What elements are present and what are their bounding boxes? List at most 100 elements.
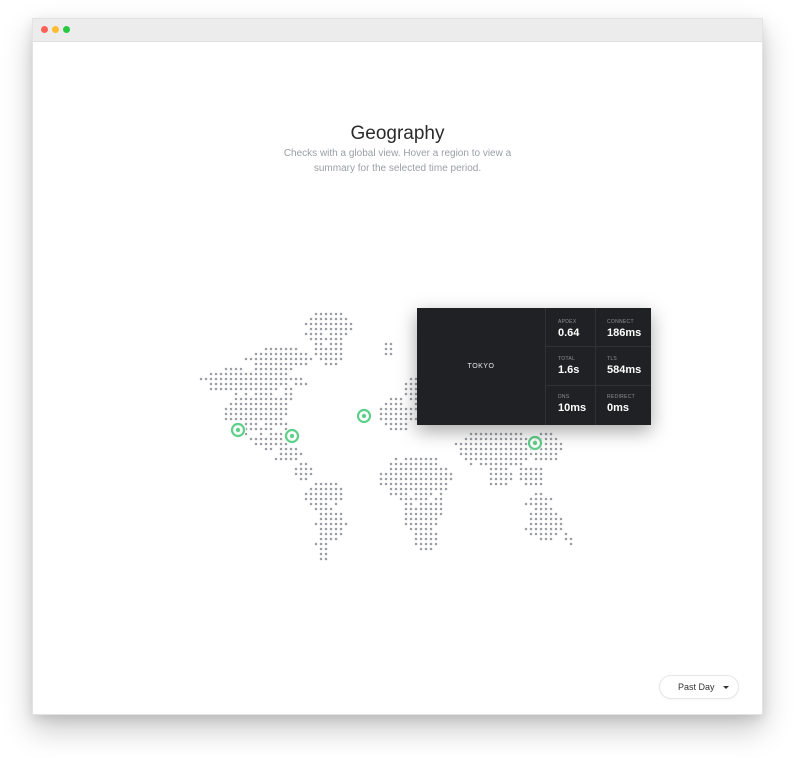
- map-dot: [389, 402, 393, 406]
- map-dot: [419, 477, 423, 481]
- map-dot: [534, 452, 538, 456]
- map-dot: [314, 322, 318, 326]
- map-dot: [269, 432, 273, 436]
- map-dot: [319, 557, 323, 561]
- map-dot: [419, 547, 423, 551]
- map-dot: [239, 372, 243, 376]
- map-dot: [249, 422, 253, 426]
- map-dot: [219, 377, 223, 381]
- map-dot: [404, 472, 408, 476]
- map-dot: [209, 372, 213, 376]
- map-dot: [264, 422, 268, 426]
- map-dot: [264, 377, 268, 381]
- map-dot: [419, 462, 423, 466]
- map-dot: [539, 452, 543, 456]
- map-dot: [499, 432, 503, 436]
- map-dot: [344, 317, 348, 321]
- map-dot: [384, 352, 388, 356]
- map-dot: [414, 477, 418, 481]
- map-dot: [314, 482, 318, 486]
- map-dot: [429, 492, 433, 496]
- map-dot: [289, 377, 293, 381]
- map-dot: [384, 407, 388, 411]
- map-dot: [289, 452, 293, 456]
- map-dot: [414, 542, 418, 546]
- map-dot: [444, 482, 448, 486]
- map-dot: [424, 467, 428, 471]
- map-dot: [289, 362, 293, 366]
- map-dot: [539, 537, 543, 541]
- map-dot: [549, 532, 553, 536]
- europe-location-marker[interactable]: [356, 408, 372, 424]
- map-dot: [229, 382, 233, 386]
- map-dot: [264, 397, 268, 401]
- map-dot: [489, 462, 493, 466]
- metric-value: 0ms: [607, 402, 630, 414]
- map-dot: [269, 402, 273, 406]
- map-dot: [309, 502, 313, 506]
- us-east-location-marker[interactable]: [284, 428, 300, 444]
- map-dot: [344, 522, 348, 526]
- map-dot: [269, 397, 273, 401]
- map-dot: [204, 377, 208, 381]
- map-dot: [264, 427, 268, 431]
- map-dot: [294, 377, 298, 381]
- map-dot: [419, 532, 423, 536]
- map-dot: [404, 417, 408, 421]
- map-dot: [244, 387, 248, 391]
- map-dot: [254, 427, 258, 431]
- map-dot: [554, 522, 558, 526]
- map-dot: [294, 472, 298, 476]
- map-dot: [389, 347, 393, 351]
- map-dot: [429, 477, 433, 481]
- map-dot: [394, 482, 398, 486]
- map-dot: [524, 472, 528, 476]
- map-dot: [319, 552, 323, 556]
- world-map[interactable]: [33, 19, 762, 714]
- map-dot: [544, 497, 548, 501]
- map-dot: [254, 437, 258, 441]
- map-dot: [314, 492, 318, 496]
- map-dot: [334, 497, 338, 501]
- map-dot: [424, 517, 428, 521]
- map-dot: [519, 477, 523, 481]
- map-dot: [549, 432, 553, 436]
- map-dot: [384, 482, 388, 486]
- map-dot: [264, 352, 268, 356]
- map-dot: [419, 497, 423, 501]
- map-dot: [429, 517, 433, 521]
- map-dot: [304, 357, 308, 361]
- map-dot: [224, 387, 228, 391]
- map-dot: [264, 387, 268, 391]
- map-dot: [299, 472, 303, 476]
- map-dot: [279, 452, 283, 456]
- tokyo-location-marker[interactable]: [527, 435, 543, 451]
- map-dot: [319, 512, 323, 516]
- map-dot: [239, 417, 243, 421]
- map-dot: [499, 472, 503, 476]
- map-dot: [474, 457, 478, 461]
- map-dot: [289, 447, 293, 451]
- map-dot: [489, 447, 493, 451]
- map-dot: [314, 332, 318, 336]
- map-dot: [279, 352, 283, 356]
- map-dot: [259, 362, 263, 366]
- map-dot: [389, 487, 393, 491]
- map-dot: [459, 452, 463, 456]
- map-dot: [304, 467, 308, 471]
- map-dot: [539, 482, 543, 486]
- map-dot: [284, 347, 288, 351]
- metric-value: 0.64: [558, 327, 580, 339]
- us-west-location-marker[interactable]: [230, 422, 246, 438]
- map-dot: [279, 377, 283, 381]
- time-range-select[interactable]: Past Day: [659, 675, 739, 699]
- map-dot: [429, 537, 433, 541]
- map-dot: [239, 367, 243, 371]
- map-dot: [334, 527, 338, 531]
- map-dot: [274, 387, 278, 391]
- map-dot: [434, 472, 438, 476]
- map-dot: [549, 452, 553, 456]
- map-dot: [339, 522, 343, 526]
- map-dot: [469, 432, 473, 436]
- map-dot: [244, 392, 248, 396]
